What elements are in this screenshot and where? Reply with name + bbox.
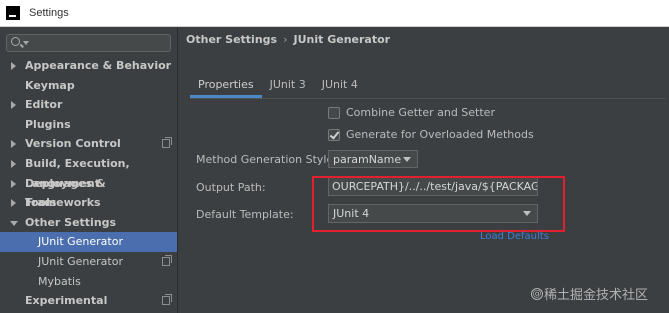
method-generation-style-label: Method Generation Style: — [196, 153, 337, 166]
watermark-text: 稀土掘金技术社区 — [544, 288, 649, 303]
sidebar-item-mybatis[interactable]: Mybatis — [0, 272, 177, 292]
project-scope-icon — [162, 294, 172, 306]
tab-junit4[interactable]: JUnit 4 — [314, 76, 366, 98]
project-scope-icon — [162, 254, 172, 266]
chevron-right-icon[interactable] — [11, 140, 16, 149]
chevron-right-icon[interactable] — [11, 199, 16, 208]
combine-getter-setter-option[interactable]: Combine Getter and Setter — [328, 106, 495, 119]
junit-tabs: Properties JUnit 3 JUnit 4 — [190, 76, 366, 98]
chevron-right-icon[interactable] — [11, 159, 16, 168]
sidebar-item-label: Other Settings — [25, 215, 117, 229]
sidebar-item-label: Version Control — [25, 137, 121, 151]
sidebar-item-label: Mybatis — [38, 274, 81, 288]
combine-getter-setter-label: Combine Getter and Setter — [346, 106, 495, 119]
title-bar: Settings — [0, 0, 669, 27]
search-icon — [11, 37, 20, 46]
sidebar-item-languages-frameworks[interactable]: Languages & Frameworks — [0, 174, 177, 209]
chevron-down-icon[interactable] — [10, 220, 18, 226]
annotation-highlight-box — [312, 176, 565, 232]
sidebar-item-appearance-behavior[interactable]: Appearance & Behavior — [0, 56, 177, 76]
sidebar-item-build-execution-deployment[interactable]: Build, Execution, Deployment — [0, 154, 177, 190]
breadcrumb-separator: › — [283, 33, 288, 46]
sidebar-item-label: JUnit Generator — [38, 235, 123, 249]
breadcrumb-current: JUnit Generator — [293, 33, 391, 46]
settings-content: Other Settings › JUnit Generator Propert… — [178, 28, 669, 313]
sidebar-item-plugins[interactable]: Plugins — [0, 115, 177, 135]
sidebar-item-keymap[interactable]: Keymap — [0, 76, 177, 96]
breadcrumb-parent[interactable]: Other Settings — [186, 33, 277, 46]
tabs-divider — [190, 98, 665, 99]
search-history-caret-icon[interactable] — [23, 41, 29, 45]
generate-overloaded-option[interactable]: Generate for Overloaded Methods — [328, 128, 534, 141]
sidebar-item-label: Experimental — [25, 294, 108, 308]
sidebar-item-label: JUnit Generator — [38, 254, 123, 268]
watermark: @ 稀土掘金技术社区 — [531, 284, 648, 303]
sidebar-item-junit-generator[interactable]: JUnit Generator — [0, 232, 177, 252]
project-scope-icon — [162, 137, 172, 149]
chevron-right-icon[interactable] — [11, 62, 16, 70]
sidebar-item-label: Keymap — [25, 78, 75, 92]
sidebar-item-label: Tools — [25, 196, 57, 210]
sidebar-item-other-settings[interactable]: Other Settings — [0, 213, 177, 233]
method-generation-style-value: paramName — [333, 153, 402, 166]
chevron-right-icon[interactable] — [11, 101, 16, 110]
chevron-right-icon[interactable] — [11, 179, 16, 188]
generate-overloaded-checkbox[interactable] — [328, 128, 340, 141]
output-path-label: Output Path: — [196, 181, 266, 194]
tab-junit3[interactable]: JUnit 3 — [262, 76, 314, 98]
sidebar-item-label: Editor — [25, 98, 63, 112]
settings-tree: Appearance & Behavior Keymap Editor Plugins… — [0, 56, 177, 311]
sidebar-item-label: Appearance & Behavior — [25, 59, 172, 72]
default-template-label: Default Template: — [196, 208, 294, 221]
load-defaults-link[interactable]: Load Defaults — [480, 231, 549, 242]
settings-sidebar: Appearance & Behavior Keymap Editor Plugins… — [0, 28, 177, 313]
generate-overloaded-label: Generate for Overloaded Methods — [346, 128, 534, 141]
window-title: Settings — [29, 7, 69, 19]
sidebar-item-experimental[interactable]: Experimental — [0, 291, 177, 311]
sidebar-item-label: Plugins — [25, 117, 71, 131]
sidebar-item-editor[interactable]: Editor — [0, 95, 177, 115]
sidebar-item-junit-generator[interactable]: JUnit Generator — [0, 252, 177, 272]
intellij-app-icon — [6, 6, 20, 20]
tab-properties[interactable]: Properties — [190, 76, 262, 98]
breadcrumb: Other Settings › JUnit Generator — [186, 33, 390, 46]
settings-search-input[interactable] — [6, 34, 171, 52]
sidebar-item-tools[interactable]: Tools — [0, 193, 177, 213]
combine-getter-setter-checkbox[interactable] — [328, 106, 340, 119]
sidebar-item-version-control[interactable]: Version Control — [0, 134, 177, 154]
watermark-at-icon: @ — [531, 287, 543, 300]
chevron-down-icon — [403, 157, 411, 162]
method-generation-style-select[interactable]: paramName — [328, 150, 418, 168]
